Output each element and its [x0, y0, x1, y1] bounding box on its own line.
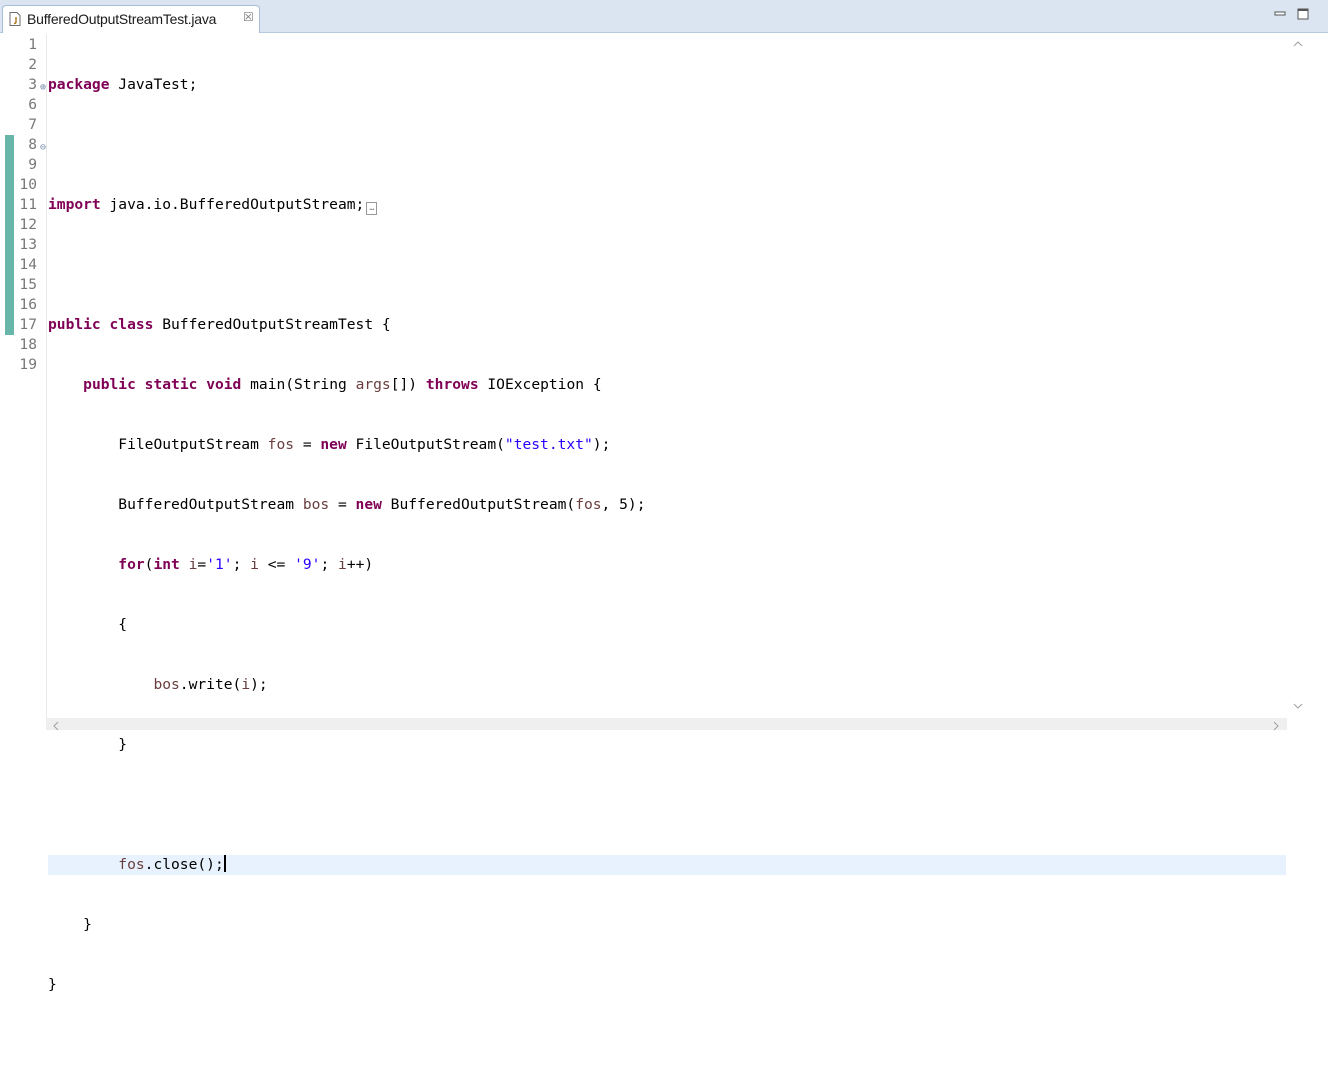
code-line-10[interactable]: BufferedOutputStream bos = new BufferedO… — [48, 495, 1286, 515]
editor-tab[interactable]: BufferedOutputStreamTest.java ☒ — [2, 5, 260, 33]
code-line-9[interactable]: FileOutputStream fos = new FileOutputStr… — [48, 435, 1286, 455]
line-number: 8 ⊖ — [14, 135, 46, 155]
line-number: 2 — [28, 56, 37, 73]
code-line-12[interactable]: { — [48, 615, 1286, 635]
code-line-6[interactable] — [48, 255, 1286, 275]
line-number: 13 — [19, 236, 37, 253]
code-line-16-current[interactable]: fos.close(); — [48, 855, 1286, 875]
code-line-13[interactable]: bos.write(i); — [48, 675, 1286, 695]
minimize-icon[interactable] — [1273, 7, 1287, 21]
line-number: 7 — [28, 116, 37, 133]
tab-filename: BufferedOutputStreamTest.java — [27, 11, 217, 27]
text-caret — [223, 855, 226, 872]
code-line-11[interactable]: for(int i='1'; i <= '9'; i++) — [48, 555, 1286, 575]
line-number: 15 — [19, 276, 37, 293]
close-tab-icon[interactable]: ☒ — [243, 10, 254, 24]
line-number: 1 — [28, 36, 37, 53]
java-file-icon — [9, 12, 21, 26]
horizontal-scrollbar[interactable] — [46, 718, 1287, 730]
scroll-right-icon[interactable] — [1270, 720, 1282, 732]
gutter-divider — [46, 34, 47, 718]
code-line-14[interactable]: } — [48, 735, 1286, 755]
editor-tab-bar: BufferedOutputStreamTest.java ☒ — [0, 0, 1328, 33]
line-number: 11 — [19, 196, 37, 213]
scroll-left-icon[interactable] — [50, 720, 62, 732]
code-line-17[interactable]: } — [48, 915, 1286, 935]
collapsed-imports-marker[interactable]: … — [366, 202, 378, 215]
code-line-3[interactable]: import java.io.BufferedOutputStream;… — [48, 195, 1286, 215]
vertical-scrollbar[interactable] — [1287, 34, 1328, 718]
line-number: 18 — [19, 336, 37, 353]
code-line-1[interactable]: package JavaTest; — [48, 75, 1286, 95]
line-number: 14 — [19, 256, 37, 273]
quick-diff-change-bar — [5, 135, 14, 335]
line-number: 12 — [19, 216, 37, 233]
code-line-18[interactable]: } — [48, 975, 1286, 995]
line-number: 9 — [28, 156, 37, 173]
code-line-2[interactable] — [48, 135, 1286, 155]
code-line-7[interactable]: public class BufferedOutputStreamTest { — [48, 315, 1286, 335]
line-number: 17 — [19, 316, 37, 333]
scroll-down-icon[interactable] — [1292, 700, 1304, 712]
line-number: 19 — [19, 356, 37, 373]
scroll-up-icon[interactable] — [1292, 38, 1304, 50]
line-number: 16 — [19, 296, 37, 313]
line-number: 6 — [28, 96, 37, 113]
line-number: 3 ⊕ — [14, 75, 46, 95]
code-line-15[interactable] — [48, 795, 1286, 815]
line-number-ruler: 1 2 3 ⊕ 6 7 8 ⊖ 9 10 11 12 13 14 15 16 17 … — [14, 35, 46, 375]
maximize-icon[interactable] — [1296, 7, 1310, 21]
code-line-19[interactable] — [48, 1035, 1286, 1055]
line-number: 10 — [19, 176, 37, 193]
code-editor[interactable]: package JavaTest; import java.io.Buffere… — [48, 35, 1286, 1075]
code-line-8[interactable]: public static void main(String args[]) t… — [48, 375, 1286, 395]
